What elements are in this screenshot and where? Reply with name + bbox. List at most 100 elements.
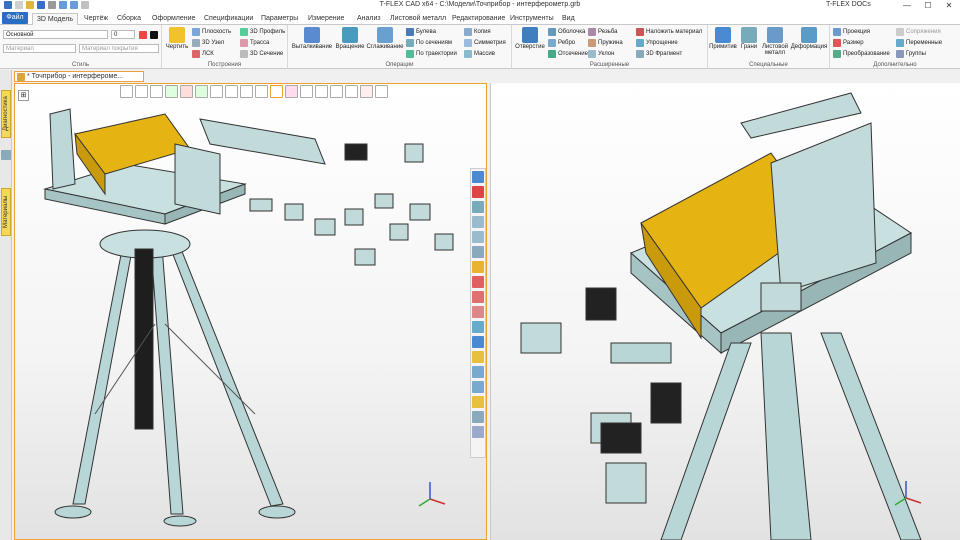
tab-formatting[interactable]: Оформление [148, 13, 199, 25]
folder-icon[interactable] [472, 396, 484, 408]
thread-button[interactable]: Резьба [588, 28, 617, 36]
docs-label[interactable]: T-FLEX DOCs [826, 1, 871, 8]
top-view-icon[interactable] [472, 381, 484, 393]
spring-button[interactable]: Пружина [588, 39, 623, 47]
3d-node-button[interactable]: 3D Узел [192, 39, 224, 47]
close-button[interactable]: ✕ [939, 0, 959, 11]
color-palette-icon[interactable] [139, 31, 147, 39]
iso-view-icon[interactable] [472, 351, 484, 363]
simplify-button[interactable]: Упрощение [636, 39, 678, 47]
projection-button[interactable]: Проекция [833, 28, 870, 36]
draft-button[interactable]: Уклон [588, 50, 614, 58]
shell-button[interactable]: Оболочка [548, 28, 585, 36]
lcs-button[interactable]: ЛСК [192, 50, 214, 58]
box-icon[interactable] [225, 85, 238, 98]
primitive-button[interactable]: Примитив [708, 27, 738, 50]
rotate-view-icon[interactable] [472, 171, 484, 183]
check-green-icon[interactable] [195, 85, 208, 98]
section-view-icon[interactable] [345, 85, 358, 98]
materials-tab[interactable]: Материалы [1, 188, 11, 236]
sheet-metal-button[interactable]: Листовой металл [760, 27, 790, 56]
check-red-icon[interactable] [180, 85, 193, 98]
rotate-button[interactable]: Вращение [334, 27, 366, 50]
dimension-button[interactable]: Размер [833, 39, 864, 47]
diagnostics-tab[interactable]: Диагностика [1, 90, 11, 138]
hole-button[interactable]: Отверстие [515, 27, 545, 50]
tab-analysis[interactable]: Анализ [353, 13, 385, 25]
zoom-fit-icon[interactable] [472, 246, 484, 258]
coating-material-select[interactable]: Материал покрытия [79, 44, 159, 53]
3d-section-button[interactable]: 3D Сечение [240, 50, 283, 58]
array-button[interactable]: Массив [464, 50, 495, 58]
filter-icon[interactable] [120, 85, 133, 98]
standard-view-icon[interactable] [472, 336, 484, 348]
tab-assembly[interactable]: Сборка [113, 13, 145, 25]
tab-sheet-metal[interactable]: Листовой металл [386, 13, 450, 25]
material-select[interactable]: Материал [3, 44, 76, 53]
magnet-icon[interactable] [472, 186, 484, 198]
rib-button[interactable]: Ребро [548, 39, 575, 47]
panel-icon[interactable] [1, 150, 11, 160]
apply-material-button[interactable]: Наложить материал [636, 28, 702, 36]
viewport-left[interactable] [14, 83, 487, 540]
black-color-icon[interactable] [150, 31, 158, 39]
zoom-icon[interactable] [472, 201, 484, 213]
tab-measurement[interactable]: Измерение [304, 13, 348, 25]
minimize-button[interactable]: — [897, 0, 917, 11]
number-field[interactable]: 0 [111, 30, 135, 39]
front-view-icon[interactable] [472, 366, 484, 378]
tab-3d-model[interactable]: 3D Модель [32, 13, 79, 25]
deformation-button[interactable]: Деформация [790, 27, 828, 50]
groups-button[interactable]: Группы [896, 50, 926, 58]
viewport-right[interactable] [490, 83, 960, 540]
symmetry-button[interactable]: Симметрия [464, 39, 506, 47]
tab-view[interactable]: Вид [558, 13, 579, 25]
transform-button[interactable]: Преобразование [833, 50, 890, 58]
face-icon[interactable] [270, 85, 283, 98]
tab-parameters[interactable]: Параметры [257, 13, 302, 25]
path-button[interactable]: Трасса [240, 39, 269, 47]
sweep-button[interactable]: По траектории [406, 50, 457, 58]
edge-icon[interactable] [255, 85, 268, 98]
copy-button[interactable]: Копия [464, 28, 491, 36]
select-icon[interactable] [135, 85, 148, 98]
draw-button[interactable]: Чертить [165, 27, 189, 50]
properties-icon[interactable] [472, 426, 484, 438]
rotate-icon-2[interactable] [472, 276, 484, 288]
smoothing-button[interactable]: Сглаживание [366, 27, 404, 50]
pan-icon[interactable] [472, 261, 484, 273]
frame-icon[interactable] [210, 85, 223, 98]
light-icon[interactable] [375, 85, 388, 98]
mates-button[interactable]: Сопряжения [896, 28, 941, 36]
assembly-icon[interactable] [360, 85, 373, 98]
shaded-icon[interactable] [315, 85, 328, 98]
plane-button[interactable]: Плоскость [192, 28, 231, 36]
zoom-out-icon[interactable] [472, 231, 484, 243]
vertex-icon[interactable] [240, 85, 253, 98]
boolean-button[interactable]: Булева [406, 28, 436, 36]
viewport-left-pin-icon[interactable]: ⊞ [18, 90, 29, 101]
3d-fragment-button[interactable]: 3D Фрагмент [636, 50, 682, 58]
tab-specifications[interactable]: Спецификации [200, 13, 257, 25]
layer-select[interactable]: Основной [3, 30, 108, 39]
tab-drawing[interactable]: Чертёж [80, 13, 112, 25]
grid-icon[interactable] [472, 291, 484, 303]
measure-icon[interactable] [472, 321, 484, 333]
wire-icon[interactable] [330, 85, 343, 98]
sketch-icon[interactable] [472, 306, 484, 318]
maximize-button[interactable]: ☐ [918, 0, 938, 11]
cut-button[interactable]: Отсечение [548, 50, 588, 58]
faces-button[interactable]: Грани [738, 27, 760, 50]
variables-button[interactable]: Переменные [896, 39, 942, 47]
loft-button[interactable]: По сечениям [406, 39, 452, 47]
tab-tools[interactable]: Инструменты [506, 13, 558, 25]
select-edge-icon[interactable] [150, 85, 163, 98]
tab-editing[interactable]: Редактирование [448, 13, 509, 25]
3d-profile-button[interactable]: 3D Профиль [240, 28, 285, 36]
body-icon[interactable] [285, 85, 298, 98]
document-tab[interactable]: * Точприбор - интерферомe... [14, 71, 144, 82]
layers-icon[interactable] [472, 411, 484, 423]
tab-file[interactable]: Файл [2, 12, 28, 24]
zoom-in-icon[interactable] [472, 216, 484, 228]
extrude-button[interactable]: Выталкивание [290, 27, 334, 50]
